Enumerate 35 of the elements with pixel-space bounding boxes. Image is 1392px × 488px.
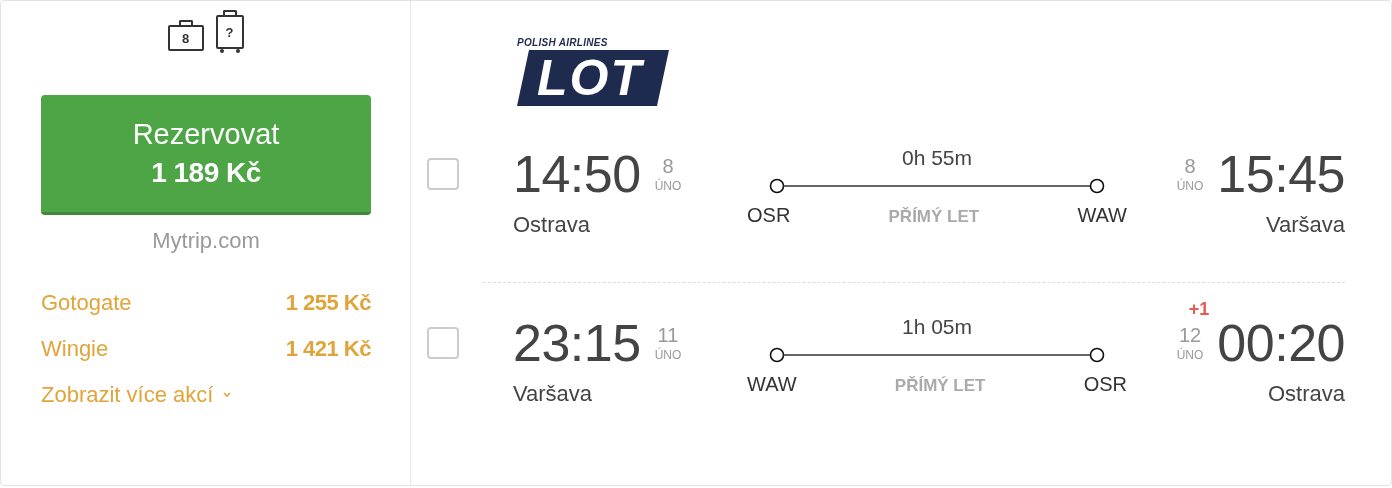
checkbox[interactable] (427, 327, 459, 359)
offer-price: 1 421 Kč (285, 336, 371, 362)
offer-link[interactable]: Wingie (41, 336, 109, 362)
departure-time: 14:50 (513, 144, 641, 204)
offer-price: 1 255 Kč (285, 290, 371, 316)
provider-name: Mytrip.com (151, 228, 261, 254)
arrival-time: 15:45 (1217, 144, 1345, 204)
airport-code: OSR (747, 204, 791, 227)
departure-city: Varšava (513, 381, 594, 407)
checkbox[interactable] (427, 158, 459, 190)
departure-city: Ostrava (513, 212, 592, 238)
departure-time: 23:15 (513, 313, 641, 373)
date-day: 8 (662, 154, 674, 178)
day-offset: +1 (1188, 299, 1210, 320)
flight-duration: 0h 55m (901, 146, 972, 171)
direct-flight-label: PŘÍMÝ LET (894, 376, 986, 396)
airport-code: OSR (1083, 373, 1127, 396)
offer-link[interactable]: Gotogate (41, 290, 132, 316)
airport-code: WAW (1077, 204, 1127, 227)
arrival-city: Ostrava (1267, 381, 1345, 407)
date-month: ÚNO (1176, 347, 1204, 363)
arrival-time: 00:20 (1217, 313, 1345, 373)
flight-duration: 1h 05m (901, 315, 972, 340)
date-month: ÚNO (654, 178, 682, 194)
date-day: 12 (1178, 323, 1202, 347)
more-offers-link[interactable]: Zobrazit více akcí (41, 382, 232, 408)
arrival-city: Varšava (1265, 212, 1345, 238)
book-button[interactable]: Rezervovat 1 189 Kč (41, 95, 371, 215)
date-month: ÚNO (654, 347, 682, 363)
date-day: 11 (657, 323, 679, 347)
date-month: ÚNO (1176, 178, 1204, 194)
direct-flight-label: PŘÍMÝ LET (888, 207, 980, 227)
date-day: 8 (1184, 154, 1196, 178)
airport-code: WAW (747, 373, 797, 396)
chevron-down-icon (223, 392, 232, 398)
